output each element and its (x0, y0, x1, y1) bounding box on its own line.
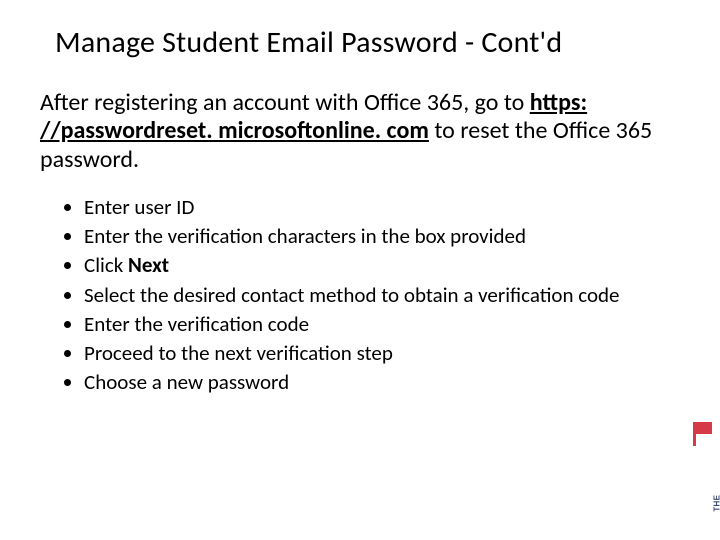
list-item: Proceed to the next verification step (84, 340, 640, 366)
list-item-pre: Click (84, 252, 128, 278)
list-item: Enter user ID (84, 194, 640, 220)
flag-icon (696, 422, 712, 434)
list-item: Click Next (84, 252, 640, 278)
logo-text: THE GRADUATE CENTER CITY UNIVERSITY OF N… (714, 432, 720, 512)
list-item: Choose a new password (84, 369, 640, 395)
intro-pre: After registering an account with Office… (40, 88, 530, 117)
logo-line: THE (713, 495, 720, 512)
list-item: Enter the verification code (84, 311, 640, 337)
list-item: Enter the verification characters in the… (84, 223, 640, 249)
graduate-center-logo: THE GRADUATE CENTER CITY UNIVERSITY OF N… (676, 422, 714, 522)
list-item-bold: Next (128, 252, 169, 278)
intro-paragraph: After registering an account with Office… (40, 89, 670, 174)
list-item: Select the desired contact method to obt… (84, 282, 640, 308)
steps-list: Enter user ID Enter the verification cha… (62, 194, 640, 396)
slide: Manage Student Email Password - Cont'd A… (0, 0, 720, 540)
slide-title: Manage Student Email Password - Cont'd (55, 24, 680, 61)
